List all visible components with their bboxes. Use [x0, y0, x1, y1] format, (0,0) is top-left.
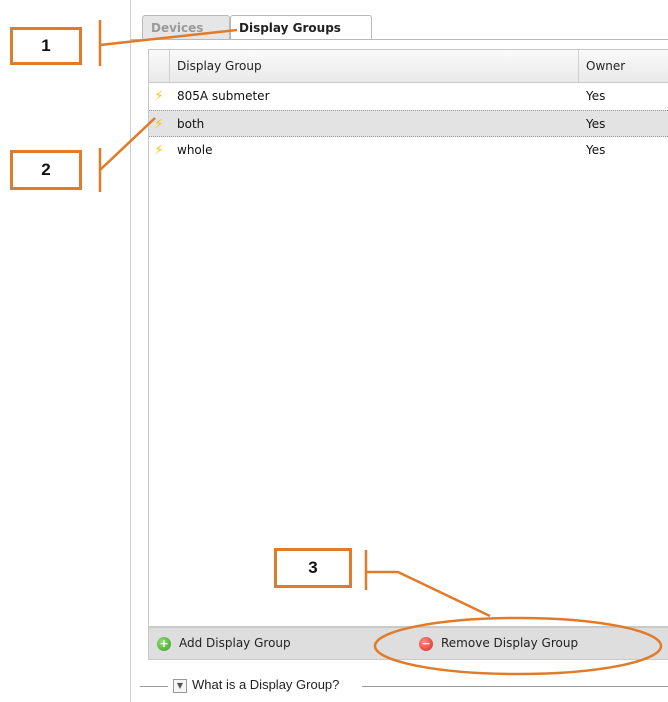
tab-bar-divider	[131, 39, 668, 40]
help-section: ▼ What is a Display Group?	[140, 676, 668, 696]
annotation-label-2: 2	[10, 150, 82, 190]
lightning-bolt-icon: ⚡	[154, 117, 164, 132]
panel-left-border	[130, 0, 131, 702]
column-header-owner[interactable]: Owner	[586, 50, 625, 82]
display-group-grid: Display Group Owner ⚡ 805A submeter Yes …	[148, 49, 668, 627]
annotation-label-3: 3	[274, 548, 352, 588]
help-divider-left	[140, 686, 168, 687]
grid-header: Display Group Owner	[149, 50, 668, 83]
red-minus-circle-icon: −	[419, 636, 433, 651]
column-separator	[578, 50, 579, 82]
table-row-selected[interactable]: ⚡ both Yes	[149, 110, 668, 137]
callout-2-leader	[98, 117, 156, 192]
remove-display-group-label: Remove Display Group	[441, 636, 579, 650]
icon-column-header	[149, 50, 170, 82]
row-name: whole	[177, 143, 213, 157]
annotation-label-1: 1	[10, 27, 82, 65]
row-owner: Yes	[586, 89, 606, 103]
column-header-display-group[interactable]: Display Group	[177, 50, 262, 82]
table-row[interactable]: ⚡ 805A submeter Yes	[149, 83, 668, 110]
expand-toggle-icon[interactable]: ▼	[173, 679, 187, 693]
help-divider-right	[362, 686, 668, 687]
tab-display-groups[interactable]: Display Groups	[230, 15, 372, 40]
green-plus-circle-icon: +	[157, 636, 171, 651]
row-owner: Yes	[586, 117, 606, 131]
add-display-group-button[interactable]: + Add Display Group	[157, 628, 291, 659]
remove-display-group-button[interactable]: − Remove Display Group	[419, 628, 578, 659]
lightning-bolt-icon: ⚡	[154, 89, 164, 104]
table-row[interactable]: ⚡ whole Yes	[149, 137, 668, 164]
help-link[interactable]: What is a Display Group?	[192, 677, 339, 692]
row-name: both	[177, 117, 205, 131]
add-display-group-label: Add Display Group	[179, 636, 291, 650]
row-name: 805A submeter	[177, 89, 270, 103]
grid-footer-toolbar: + Add Display Group − Remove Display Gro…	[148, 627, 668, 660]
lightning-bolt-icon: ⚡	[154, 143, 164, 158]
row-owner: Yes	[586, 143, 606, 157]
tab-devices[interactable]: Devices	[142, 15, 230, 39]
